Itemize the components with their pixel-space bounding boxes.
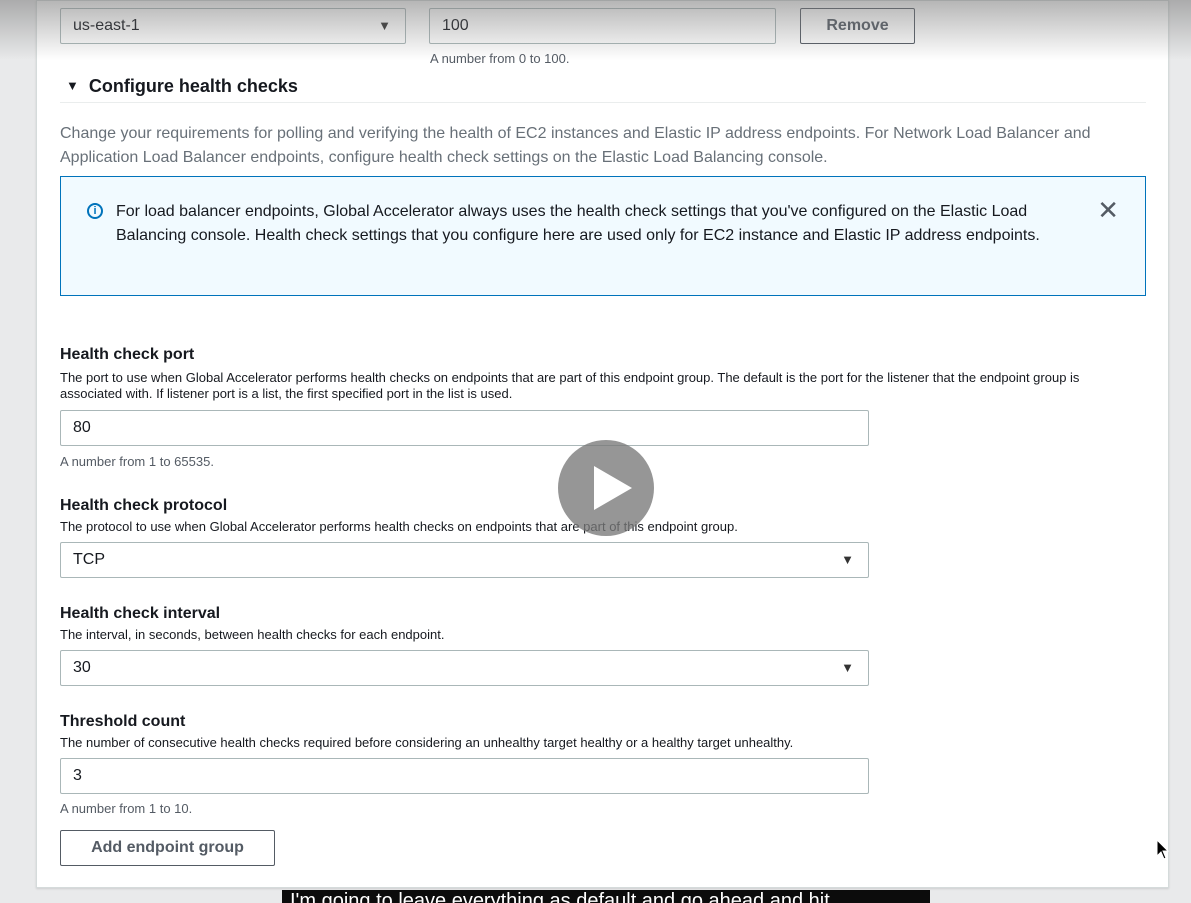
traffic-dial-hint: A number from 0 to 100.	[430, 51, 570, 66]
info-alert: i For load balancer endpoints, Global Ac…	[60, 176, 1146, 296]
section-title: Configure health checks	[88, 76, 298, 96]
mouse-cursor-icon	[1156, 839, 1170, 860]
threshold-count-value: 3	[73, 767, 82, 784]
region-select-value: us-east-1	[73, 17, 140, 34]
threshold-count-description: The number of consecutive health checks …	[60, 735, 794, 750]
caret-down-icon: ▼	[66, 78, 79, 93]
traffic-dial-input[interactable]: 100	[429, 8, 776, 44]
play-icon	[594, 466, 632, 510]
traffic-dial-value: 100	[442, 17, 469, 34]
health-check-interval-description: The interval, in seconds, between health…	[60, 627, 445, 642]
caret-down-icon: ▼	[841, 552, 854, 567]
health-check-protocol-label: Health check protocol	[60, 497, 228, 514]
health-check-port-input[interactable]: 80	[60, 410, 869, 446]
configure-health-checks-toggle[interactable]: ▼ Configure health checks	[66, 76, 298, 97]
health-check-interval-value: 30	[73, 659, 91, 676]
health-check-port-hint: A number from 1 to 65535.	[60, 454, 214, 469]
health-check-protocol-value: TCP	[73, 551, 105, 568]
threshold-count-label: Threshold count	[60, 713, 186, 730]
caret-down-icon: ▼	[841, 660, 854, 675]
health-check-port-value: 80	[73, 419, 91, 436]
close-icon[interactable]: ✕	[1097, 197, 1119, 223]
info-alert-text: For load balancer endpoints, Global Acce…	[116, 203, 1040, 244]
threshold-count-input[interactable]: 3	[60, 758, 869, 794]
add-endpoint-group-button[interactable]: Add endpoint group	[60, 830, 275, 866]
section-divider	[60, 102, 1146, 103]
video-caption: I'm going to leave everything as default…	[282, 890, 930, 903]
region-select[interactable]: us-east-1 ▼	[60, 8, 406, 44]
health-check-port-description: The port to use when Global Accelerator …	[60, 370, 1080, 401]
health-check-interval-label: Health check interval	[60, 605, 221, 622]
health-check-protocol-select[interactable]: TCP ▼	[60, 542, 869, 578]
caret-down-icon: ▼	[378, 18, 391, 33]
video-play-button[interactable]	[558, 440, 654, 536]
health-check-interval-select[interactable]: 30 ▼	[60, 650, 869, 686]
threshold-count-hint: A number from 1 to 10.	[60, 801, 193, 816]
health-check-port-label: Health check port	[60, 346, 195, 363]
remove-button[interactable]: Remove	[800, 8, 915, 44]
health-section-description: Change your requirements for polling and…	[60, 125, 1091, 166]
info-icon: i	[87, 203, 103, 219]
